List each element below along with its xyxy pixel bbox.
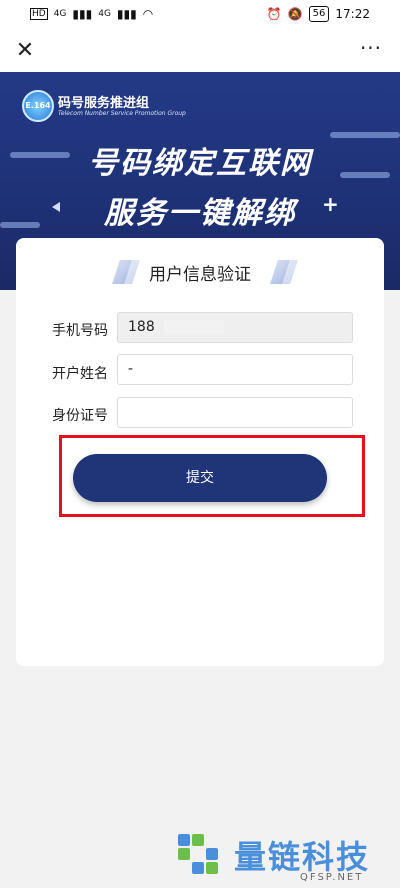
brand-logo-icon bbox=[178, 834, 230, 882]
triangle-decor-icon bbox=[52, 202, 60, 212]
signal-icon-2: ▮▮▮ bbox=[116, 7, 137, 21]
headline-line-1: 号码绑定互联网 bbox=[88, 146, 312, 181]
brand-watermark: 量链科技 QFSP.NET bbox=[178, 826, 400, 888]
signal-icon: ▮▮▮ bbox=[72, 7, 93, 21]
name-field[interactable]: - bbox=[117, 354, 353, 385]
brand-domain: QFSP.NET bbox=[300, 872, 364, 883]
id-label: 身份证号 bbox=[52, 408, 108, 424]
phone-label: 手机号码 bbox=[52, 323, 108, 339]
form-title: 用户信息验证 bbox=[149, 265, 251, 285]
status-bar: HD 4G ▮▮▮ 4G ▮▮▮ ◠ ⏰ 🔕 56 17:22 bbox=[0, 0, 400, 30]
top-nav-bar: ✕ ··· bbox=[0, 30, 400, 72]
headline-line-2: 服务一键解绑 bbox=[104, 196, 296, 231]
org-logo-icon: E.164 bbox=[22, 90, 54, 122]
name-label: 开户姓名 bbox=[52, 366, 108, 382]
alarm-icon: ⏰ bbox=[266, 7, 282, 21]
phone-field[interactable]: 188 bbox=[117, 312, 353, 343]
verification-card: 用户信息验证 手机号码 188 开户姓名 - 身份证号 提交 bbox=[16, 238, 384, 666]
org-name: 码号服务推进组 bbox=[58, 96, 150, 111]
status-left: HD 4G ▮▮▮ 4G ▮▮▮ ◠ bbox=[30, 7, 153, 21]
sim1-badge: HD bbox=[30, 8, 48, 20]
network1-indicator: 4G bbox=[53, 9, 67, 19]
clock: 17:22 bbox=[335, 7, 370, 21]
mute-icon: 🔕 bbox=[287, 7, 303, 21]
plus-decor: + bbox=[322, 192, 339, 216]
id-number-field[interactable] bbox=[117, 397, 353, 428]
submit-button[interactable]: 提交 bbox=[73, 454, 327, 502]
battery-indicator: 56 bbox=[308, 6, 330, 22]
wifi-icon: ◠ bbox=[142, 7, 154, 21]
status-right: ⏰ 🔕 56 17:22 bbox=[267, 6, 370, 22]
more-options-button[interactable]: ··· bbox=[356, 36, 386, 66]
network2-indicator: 4G bbox=[98, 9, 111, 19]
redaction-mask bbox=[164, 320, 224, 334]
close-button[interactable]: ✕ bbox=[10, 36, 40, 66]
org-subtitle: Telecom Number Service Promotion Group bbox=[58, 110, 186, 117]
